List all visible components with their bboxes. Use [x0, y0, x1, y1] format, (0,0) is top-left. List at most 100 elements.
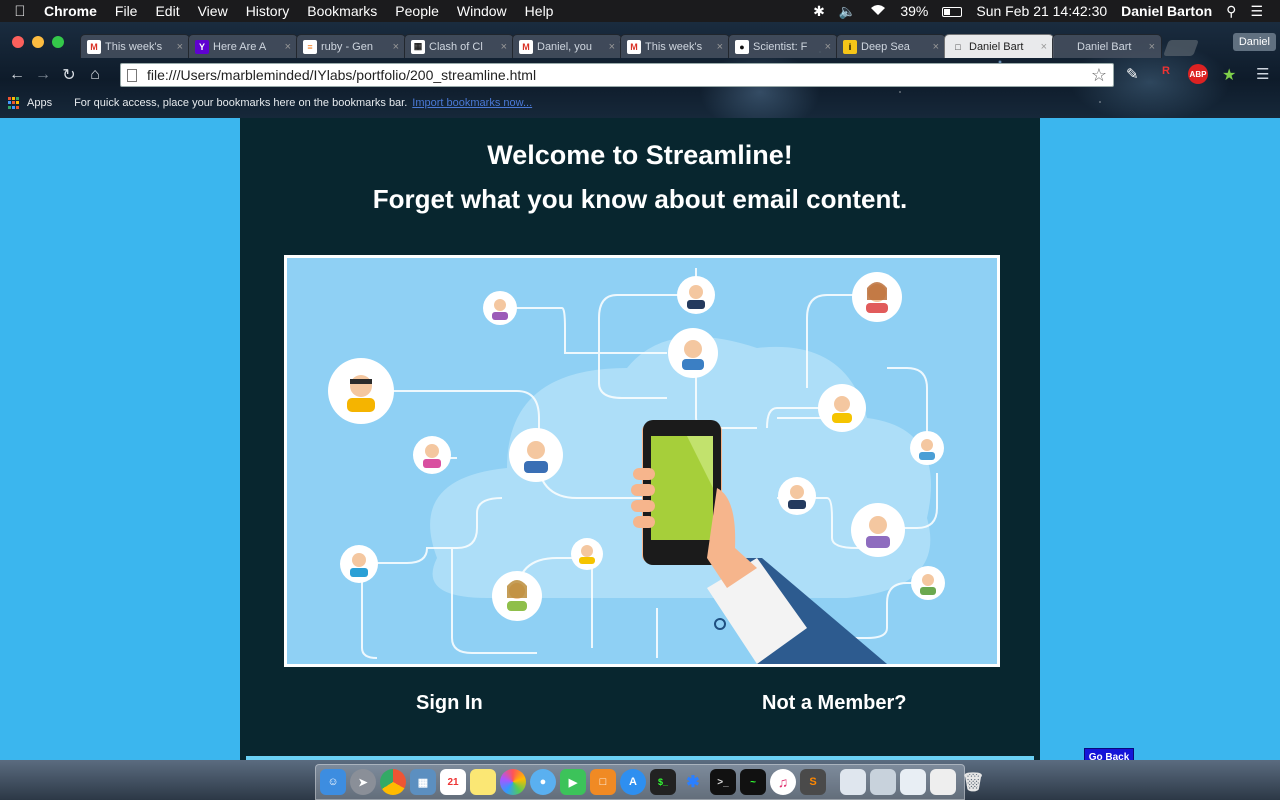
clash-icon: ▦ — [411, 39, 425, 54]
address-bar[interactable]: file:///Users/marbleminded/IYlabs/portfo… — [120, 63, 1114, 87]
chrome-menu-icon[interactable]: ☰ — [1256, 65, 1269, 83]
close-tab-icon[interactable]: × — [1041, 41, 1047, 53]
menu-people[interactable]: People — [386, 3, 448, 19]
not-a-member-link[interactable]: Not a Member? — [762, 692, 906, 715]
app-store-icon[interactable]: A — [620, 769, 646, 795]
tab-favicon-blank — [1059, 40, 1073, 54]
adblock-icon[interactable]: ABP — [1188, 64, 1208, 84]
zoom-window-button[interactable] — [52, 36, 64, 48]
facetime-icon[interactable]: ▶ — [560, 769, 586, 795]
menu-history[interactable]: History — [237, 3, 299, 19]
page-icon — [127, 68, 137, 82]
browser-tab[interactable]: ≡ ruby - Gen × — [296, 34, 406, 58]
close-window-button[interactable] — [12, 36, 24, 48]
reload-icon[interactable]: ↻ — [56, 65, 82, 85]
spotlight-search-icon[interactable]: ⚲ — [1219, 3, 1243, 20]
downloads-folder-icon[interactable] — [840, 769, 866, 795]
itunes-icon[interactable]: ♫ — [770, 769, 796, 795]
close-tab-icon[interactable]: × — [717, 41, 723, 53]
browser-tab[interactable]: M Daniel, you × — [512, 34, 622, 58]
photos-icon[interactable] — [500, 769, 526, 795]
profile-button[interactable]: Daniel — [1232, 33, 1276, 51]
github-icon: ● — [735, 39, 749, 54]
activity-monitor-icon[interactable]: $_ — [650, 769, 676, 795]
back-arrow-icon[interactable]: ← — [4, 66, 30, 84]
browser-tab[interactable]: M This week's × — [80, 34, 190, 58]
menu-help[interactable]: Help — [516, 3, 563, 19]
bluetooth-icon[interactable]: ✱ — [806, 3, 832, 20]
tab-title: Here Are A — [213, 40, 267, 53]
volume-icon[interactable]: 🔈 — [832, 3, 863, 20]
terminal-icon[interactable]: >_ — [710, 769, 736, 795]
r-extension-icon[interactable]: R — [1162, 65, 1170, 77]
close-tab-icon[interactable]: × — [177, 41, 183, 53]
menubar-status-area: ✱ 🔈 39% Sun Feb 21 14:42:30 Daniel Barto… — [806, 3, 1280, 20]
text-file-stack-icon[interactable] — [930, 769, 956, 795]
console-icon[interactable]: ~ — [740, 769, 766, 795]
bookmark-star-icon[interactable]: ☆ — [1091, 65, 1107, 86]
battery-icon[interactable] — [935, 3, 969, 19]
close-tab-icon[interactable]: × — [393, 41, 399, 53]
browser-tab[interactable]: Y Here Are A × — [188, 34, 298, 58]
launchpad-icon[interactable]: ➤ — [350, 769, 376, 795]
user-name[interactable]: Daniel Barton — [1114, 3, 1219, 19]
messages-icon[interactable]: ● — [530, 769, 556, 795]
browser-tab[interactable]: □ Daniel Bart × — [944, 34, 1054, 58]
bookmarks-hint: For quick access, place your bookmarks h… — [74, 97, 408, 109]
calendar-icon[interactable]: 21 — [440, 769, 466, 795]
browser-tab[interactable]: i Deep Sea × — [836, 34, 946, 58]
browser-tab[interactable]: M This week's × — [620, 34, 730, 58]
close-tab-icon[interactable]: × — [609, 41, 615, 53]
home-icon[interactable]: ⌂ — [82, 66, 108, 84]
menu-window[interactable]: Window — [448, 3, 516, 19]
minimize-window-button[interactable] — [32, 36, 44, 48]
menu-file[interactable]: File — [106, 3, 147, 19]
menu-view[interactable]: View — [189, 3, 237, 19]
clock[interactable]: Sun Feb 21 14:42:30 — [969, 3, 1114, 19]
page-subtitle: Forget what you know about email content… — [372, 184, 908, 214]
pen-extension-icon[interactable]: ✎ — [1126, 65, 1139, 83]
browser-tab[interactable]: ▦ Clash of Cl × — [404, 34, 514, 58]
notes-icon[interactable] — [470, 769, 496, 795]
wifi-icon[interactable] — [863, 3, 893, 19]
close-tab-icon[interactable]: × — [501, 41, 507, 53]
new-tab-button[interactable] — [1163, 40, 1199, 56]
menu-app-name[interactable]: Chrome — [40, 3, 106, 19]
battery-percent[interactable]: 39% — [893, 3, 935, 19]
notification-center-icon[interactable]: ☰ — [1243, 3, 1270, 20]
bluetooth-dock-icon[interactable]: ✱ — [680, 769, 706, 795]
close-tab-icon[interactable]: × — [1149, 41, 1155, 53]
close-tab-icon[interactable]: × — [285, 41, 291, 53]
import-bookmarks-link[interactable]: Import bookmarks now... — [412, 97, 532, 109]
browser-tab[interactable]: ● Scientist: F × — [728, 34, 838, 58]
apple-icon[interactable]:  — [0, 3, 40, 20]
trash-icon[interactable]: 🗑 — [960, 769, 986, 795]
menu-edit[interactable]: Edit — [146, 3, 188, 19]
address-url[interactable]: file:///Users/marbleminded/IYlabs/portfo… — [147, 67, 1091, 83]
apps-grid-icon[interactable] — [8, 96, 21, 110]
sign-in-link[interactable]: Sign In — [416, 692, 483, 715]
close-tab-icon[interactable]: × — [933, 41, 939, 53]
bookmarks-bar: Apps For quick access, place your bookma… — [0, 92, 1280, 114]
apps-shortcut[interactable]: Apps — [27, 97, 52, 109]
content-panel: Welcome to Streamline! Forget what you k… — [240, 118, 1040, 760]
menu-bookmarks[interactable]: Bookmarks — [298, 3, 386, 19]
tab-title: Clash of Cl — [429, 40, 483, 53]
documents-stack-icon[interactable] — [870, 769, 896, 795]
stackoverflow-icon: ≡ — [303, 39, 317, 54]
macos-menubar:  Chrome File Edit View History Bookmark… — [0, 0, 1280, 22]
gmail-icon: M — [519, 39, 533, 54]
close-tab-icon[interactable]: × — [825, 41, 831, 53]
gmail-icon: M — [87, 39, 101, 54]
chrome-icon[interactable] — [380, 769, 406, 795]
browser-tab[interactable]: Daniel Bart × — [1052, 34, 1162, 58]
finder-icon[interactable]: ☺ — [320, 769, 346, 795]
screenshot-stack-icon[interactable] — [900, 769, 926, 795]
preview-icon[interactable]: ▦ — [410, 769, 436, 795]
star-extension-icon[interactable]: ★ — [1222, 65, 1236, 85]
ibooks-icon[interactable]: □ — [590, 769, 616, 795]
sublime-text-icon[interactable]: S — [800, 769, 826, 795]
go-back-button[interactable]: Go Back — [1084, 748, 1134, 760]
forward-arrow-icon[interactable]: → — [30, 66, 56, 84]
network-illustration — [287, 258, 997, 664]
